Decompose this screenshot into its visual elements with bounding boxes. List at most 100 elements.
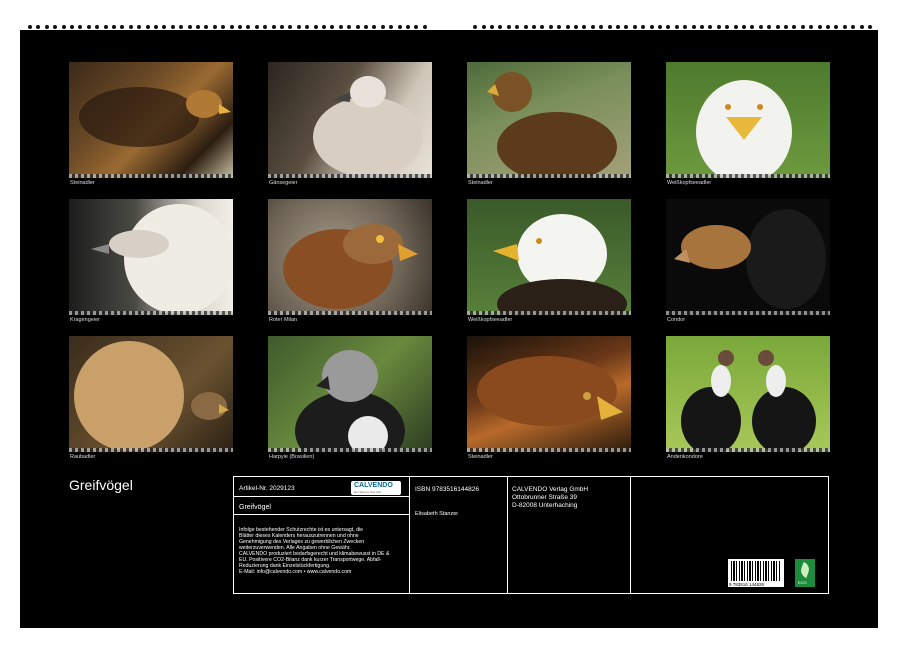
- spiral-dot: [792, 25, 796, 29]
- caption-4: Weißkopfseeadler: [667, 180, 711, 186]
- spiral-dot: [171, 25, 175, 29]
- caption-12: Andenkondore: [667, 454, 703, 460]
- logo-tagline: Der Weg ist das Ziel: [354, 490, 381, 494]
- spiral-dot: [62, 25, 66, 29]
- info-col-2: ISBN 9783516144826 Elisabeth Stanzer CAL…: [410, 477, 631, 593]
- spiral-dot: [834, 25, 838, 29]
- spiral-dot: [45, 25, 49, 29]
- spiral-dot: [742, 25, 746, 29]
- legal-text: Infolge bestehender Schutzrechte ist es …: [239, 527, 389, 575]
- spiral-dot: [28, 25, 32, 29]
- spiral-dot: [540, 25, 544, 29]
- spiral-dot: [591, 25, 595, 29]
- caption-9: Raubadler: [70, 454, 95, 460]
- spiral-dot: [263, 25, 267, 29]
- photo-andean-condors: [666, 336, 830, 452]
- photo-griffon-vulture: [268, 62, 432, 178]
- spiral-dot: [389, 25, 393, 29]
- publisher-line-3: D-82008 Unterhaching: [512, 502, 577, 510]
- spiral-dot: [851, 25, 855, 29]
- spiral-dot: [700, 25, 704, 29]
- barcode-number: 9 783516 144826: [729, 582, 764, 587]
- spiral-dot: [734, 25, 738, 29]
- caption-8: Condor: [667, 317, 685, 323]
- spiral-dot: [221, 25, 225, 29]
- legal-line: E-Mail: info@calvendo.com • www.calvendo…: [239, 569, 389, 575]
- spiral-dot: [372, 25, 376, 29]
- photo-red-kite: [268, 199, 432, 315]
- publisher-line-2: Ottobrunner Straße 39: [512, 494, 577, 502]
- spiral-dot: [599, 25, 603, 29]
- spiral-dot: [146, 25, 150, 29]
- spiral-dot: [230, 25, 234, 29]
- spiral-dot: [154, 25, 158, 29]
- spiral-dot: [238, 25, 242, 29]
- caption-7: Weißkopfseeadler: [468, 317, 512, 323]
- barcode: 9 783516 144826: [728, 559, 784, 587]
- spiral-dot: [574, 25, 578, 29]
- spiral-dot: [364, 25, 368, 29]
- spiral-dot: [196, 25, 200, 29]
- caption-6: Roter Milan: [269, 317, 297, 323]
- spiral-dot: [692, 25, 696, 29]
- spiral-dot: [314, 25, 318, 29]
- caption-2: Gänsegeier: [269, 180, 297, 186]
- logo-name: CALVENDO: [354, 482, 393, 489]
- spiral-dot: [490, 25, 494, 29]
- spiral-dot: [608, 25, 612, 29]
- spiral-dot: [112, 25, 116, 29]
- spiral-dot: [120, 25, 124, 29]
- spiral-dot: [860, 25, 864, 29]
- photo-harpy-eagle: [268, 336, 432, 452]
- spiral-dot: [137, 25, 141, 29]
- caption-3: Steinadler: [468, 180, 493, 186]
- photo-golden-eagle-2: [467, 62, 631, 178]
- spiral-dot: [53, 25, 57, 29]
- spiral-dot: [868, 25, 872, 29]
- spiral-dot: [683, 25, 687, 29]
- spiral-dot: [515, 25, 519, 29]
- spiral-dot: [78, 25, 82, 29]
- spiral-dot: [616, 25, 620, 29]
- spiral-dot: [305, 25, 309, 29]
- spiral-dot: [532, 25, 536, 29]
- spiral-dot: [188, 25, 192, 29]
- info-name: Greifvögel: [239, 504, 271, 512]
- spiral-dot: [70, 25, 74, 29]
- spiral-dot: [297, 25, 301, 29]
- spiral-dot: [381, 25, 385, 29]
- caption-10: Harpyie (Brasilien): [269, 454, 314, 460]
- spiral-dot: [87, 25, 91, 29]
- spiral-dot: [725, 25, 729, 29]
- spiral-dot: [801, 25, 805, 29]
- spiral-dot: [633, 25, 637, 29]
- spiral-dot: [717, 25, 721, 29]
- photo-golden-eagle: [69, 62, 233, 178]
- spiral-dot: [162, 25, 166, 29]
- photo-golden-eagle-3: [467, 336, 631, 452]
- photo-bald-eagle: [666, 62, 830, 178]
- spiral-dot: [675, 25, 679, 29]
- spiral-dot: [95, 25, 99, 29]
- spiral-dot: [339, 25, 343, 29]
- spiral-dot: [809, 25, 813, 29]
- spiral-dot: [36, 25, 40, 29]
- spiral-dot: [524, 25, 528, 29]
- barcode-bars: [731, 561, 781, 581]
- spiral-dot: [641, 25, 645, 29]
- spiral-dot: [767, 25, 771, 29]
- spiral-dot: [406, 25, 410, 29]
- spiral-dot: [330, 25, 334, 29]
- spiral-dot: [708, 25, 712, 29]
- eco-label: ECO: [798, 580, 807, 585]
- spiral-dot: [776, 25, 780, 29]
- spiral-dot: [213, 25, 217, 29]
- caption-1: Steinadler: [70, 180, 95, 186]
- isbn: ISBN 9783516144826: [415, 486, 479, 494]
- publisher-line-1: CALVENDO Verlag GmbH: [512, 486, 588, 494]
- spiral-dot: [498, 25, 502, 29]
- spiral-dot: [104, 25, 108, 29]
- spiral-dot: [204, 25, 208, 29]
- spiral-dot: [423, 25, 427, 29]
- spiral-dot: [255, 25, 259, 29]
